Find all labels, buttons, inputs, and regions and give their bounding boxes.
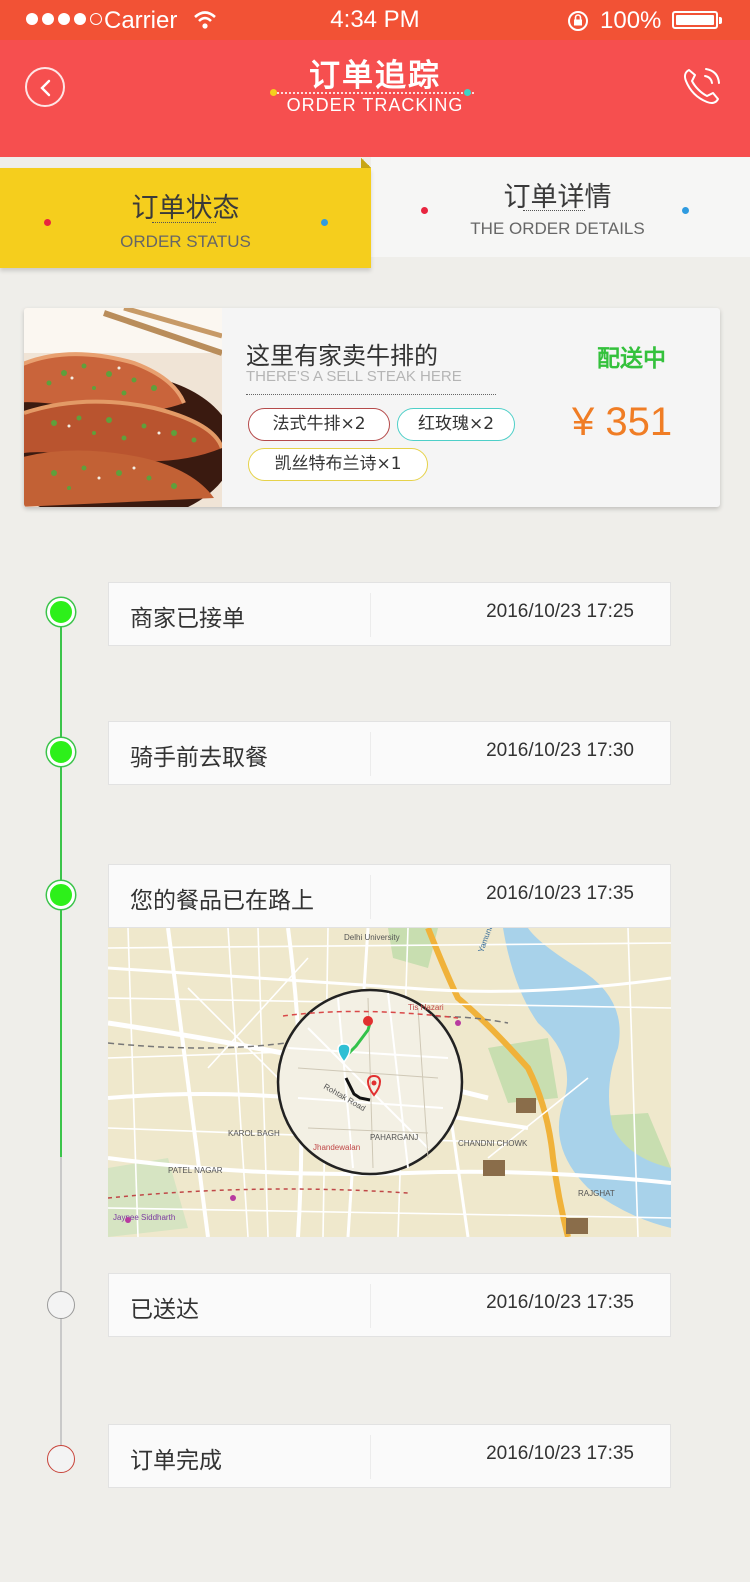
order-price: ¥ 351	[572, 400, 673, 444]
shop-name: 这里有家卖牛排的	[246, 342, 438, 370]
step-time: 2016/10/23 17:35	[486, 1292, 634, 1313]
step-separator	[370, 1284, 371, 1328]
map-label-rajghat: RAJGHAT	[578, 1189, 615, 1198]
battery-icon	[672, 11, 722, 29]
rotation-lock-icon	[568, 11, 588, 31]
title-divider	[274, 92, 474, 94]
tab-order-status[interactable]: 订单状态 ORDER STATUS	[0, 168, 371, 268]
step-separator	[370, 732, 371, 776]
header: 订单追踪 ORDER TRACKING	[0, 40, 750, 157]
tab-order-details[interactable]: 订单详情 THE ORDER DETAILS	[371, 157, 750, 257]
tab-details-dot-left	[421, 207, 428, 214]
step-label: 订单完成	[130, 1448, 222, 1474]
map-label-chandni-chowk: CHANDNI CHOWK	[458, 1139, 528, 1148]
shop-name-en: THERE'S A SELL STEAK HERE	[246, 368, 462, 385]
item-chip: 凯丝特布兰诗×1	[248, 448, 428, 481]
tab-details-divider	[523, 210, 585, 211]
step-separator	[370, 1435, 371, 1479]
step-time: 2016/10/23 17:25	[486, 601, 634, 622]
shop-divider	[246, 394, 496, 395]
food-image	[24, 308, 222, 507]
step-separator	[370, 593, 371, 637]
step-label: 骑手前去取餐	[130, 745, 268, 771]
delivery-status: 配送中	[597, 346, 666, 372]
timeline-node-done	[47, 598, 75, 626]
timeline-step: 骑手前去取餐 2016/10/23 17:30	[108, 721, 671, 785]
tab-details-sublabel: THE ORDER DETAILS	[470, 219, 645, 238]
step-separator	[370, 875, 371, 919]
map-label-tis-hazari: Tis Hazari	[408, 1003, 444, 1012]
map-label-paharganj: PAHARGANJ	[370, 1133, 418, 1142]
tab-status-divider	[152, 222, 216, 223]
step-label: 已送达	[130, 1297, 199, 1323]
map-landmark-icon	[483, 1160, 505, 1176]
step-label: 您的餐品已在路上	[130, 888, 314, 914]
item-chip: 红玫瑰×2	[397, 408, 515, 441]
timeline-node-done	[47, 738, 75, 766]
timeline-step: 已送达 2016/10/23 17:35	[108, 1273, 671, 1337]
status-bar: Carrier 4:34 PM 100%	[0, 0, 750, 40]
timeline-step: 订单完成 2016/10/23 17:35	[108, 1424, 671, 1488]
map-label-jhandewalan: Jhandewalan	[313, 1143, 360, 1152]
step-time: 2016/10/23 17:30	[486, 740, 634, 761]
delivery-map[interactable]: Delhi University Yamuna River KAROL BAGH…	[108, 928, 671, 1237]
step-label: 商家已接单	[130, 606, 245, 632]
timeline-step: 商家已接单 2016/10/23 17:25	[108, 582, 671, 646]
timeline-node-pending	[47, 1291, 75, 1319]
tab-status-sublabel: ORDER STATUS	[120, 232, 251, 251]
map-landmark-icon	[516, 1098, 536, 1113]
tab-status-dot-right	[321, 219, 328, 226]
tab-fold	[361, 157, 371, 168]
tab-status-dot-left	[44, 219, 51, 226]
map-landmark-icon	[566, 1218, 588, 1234]
map-label-karol-bagh: KAROL BAGH	[228, 1129, 280, 1138]
tab-details-dot-right	[682, 207, 689, 214]
map-label-patel-nagar: PATEL NAGAR	[168, 1166, 223, 1175]
map-label-delhi-university: Delhi University	[344, 933, 400, 942]
page-subtitle: ORDER TRACKING	[286, 95, 464, 115]
timeline-node-done	[47, 881, 75, 909]
step-time: 2016/10/23 17:35	[486, 883, 634, 904]
order-card[interactable]: 这里有家卖牛排的 THERE'S A SELL STEAK HERE 法式牛排×…	[24, 308, 720, 507]
phone-icon[interactable]	[680, 64, 724, 108]
item-chip: 法式牛排×2	[248, 408, 390, 441]
timeline-step: 您的餐品已在路上 2016/10/23 17:35	[108, 864, 671, 928]
battery-percent: 100%	[600, 7, 662, 34]
map-label-jaypee: Jaypee Siddharth	[113, 1213, 175, 1222]
timeline-node-final	[47, 1445, 75, 1473]
page-title: 订单追踪	[309, 58, 441, 94]
step-time: 2016/10/23 17:35	[486, 1443, 634, 1464]
tab-status-label: 订单状态	[131, 193, 240, 224]
